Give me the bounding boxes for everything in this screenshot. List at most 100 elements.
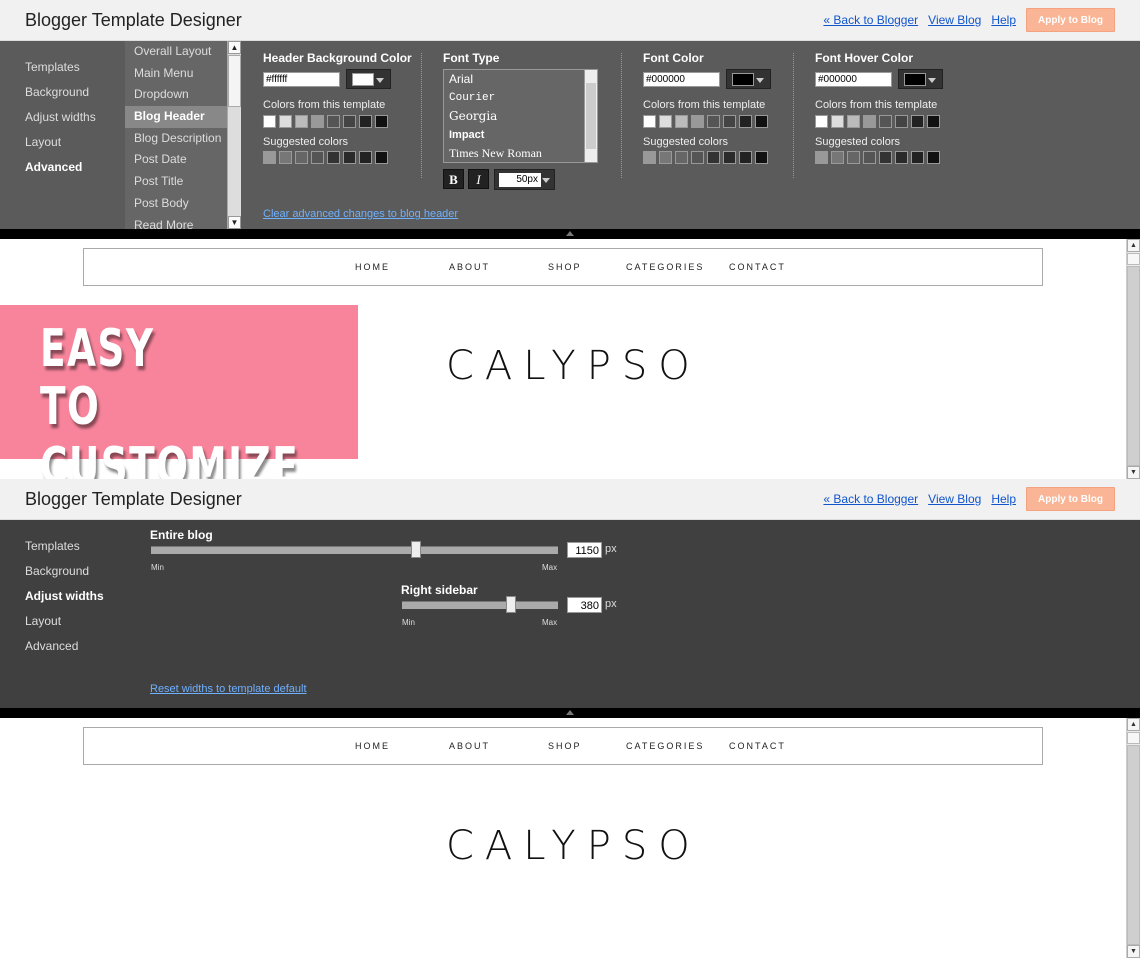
advanced-item[interactable]: Overall Layout	[125, 41, 227, 63]
swatch[interactable]	[675, 115, 688, 128]
swatch[interactable]	[375, 151, 388, 164]
scroll-down-icon[interactable]: ▼	[1127, 466, 1140, 479]
nav-advanced[interactable]: Advanced	[25, 155, 96, 180]
swatch[interactable]	[755, 151, 768, 164]
swatch[interactable]	[359, 151, 372, 164]
swatch[interactable]	[311, 151, 324, 164]
nav-adjust-widths[interactable]: Adjust widths	[25, 105, 96, 130]
apply-to-blog-button[interactable]: Apply to Blog	[1026, 487, 1115, 511]
font-hover-color-picker[interactable]	[898, 69, 943, 89]
swatch[interactable]	[279, 115, 292, 128]
nav-layout[interactable]: Layout	[25, 609, 104, 634]
scroll-track[interactable]	[1127, 266, 1140, 466]
blog-nav-item[interactable]: CATEGORIES	[626, 741, 704, 751]
swatch[interactable]	[343, 151, 356, 164]
scroll-thumb[interactable]	[1127, 732, 1140, 744]
nav-advanced[interactable]: Advanced	[25, 634, 104, 659]
blog-nav-item[interactable]: CONTACT	[729, 741, 786, 751]
font-color-hex-input[interactable]: #000000	[643, 72, 720, 87]
right-sidebar-slider[interactable]	[402, 601, 558, 609]
nav-templates[interactable]: Templates	[25, 55, 96, 80]
swatch[interactable]	[895, 151, 908, 164]
advanced-item[interactable]: Blog Description	[125, 128, 227, 150]
right-sidebar-width-input[interactable]: 380	[567, 597, 602, 613]
advanced-item[interactable]: Post Date	[125, 149, 227, 171]
preview-scrollbar[interactable]: ▲ ▼	[1126, 718, 1140, 958]
header-bg-color-picker[interactable]	[346, 69, 391, 89]
swatch[interactable]	[311, 115, 324, 128]
collapse-arrow-icon[interactable]	[566, 231, 574, 236]
swatch[interactable]	[755, 115, 768, 128]
swatch[interactable]	[879, 115, 892, 128]
swatch[interactable]	[863, 115, 876, 128]
swatch[interactable]	[815, 115, 828, 128]
clear-advanced-changes-link[interactable]: Clear advanced changes to blog header	[263, 208, 458, 220]
scroll-down-icon[interactable]: ▼	[1127, 945, 1140, 958]
swatch[interactable]	[375, 115, 388, 128]
swatch[interactable]	[847, 115, 860, 128]
swatch[interactable]	[847, 151, 860, 164]
blog-nav-item[interactable]: ABOUT	[449, 741, 490, 751]
reset-widths-link[interactable]: Reset widths to template default	[150, 683, 307, 695]
nav-background[interactable]: Background	[25, 80, 96, 105]
italic-button[interactable]: I	[468, 169, 489, 189]
swatch[interactable]	[723, 151, 736, 164]
scroll-thumb[interactable]	[1127, 253, 1140, 265]
swatch[interactable]	[359, 115, 372, 128]
view-blog-link[interactable]: View Blog	[928, 492, 981, 506]
swatch[interactable]	[279, 151, 292, 164]
swatch[interactable]	[723, 115, 736, 128]
swatch[interactable]	[327, 151, 340, 164]
swatch[interactable]	[927, 151, 940, 164]
swatch[interactable]	[263, 151, 276, 164]
nav-background[interactable]: Background	[25, 559, 104, 584]
bold-button[interactable]: B	[443, 169, 464, 189]
scroll-down-icon[interactable]: ▼	[228, 216, 241, 229]
font-option[interactable]: Impact	[444, 126, 597, 145]
blog-nav-item[interactable]: ABOUT	[449, 262, 490, 272]
swatch[interactable]	[659, 115, 672, 128]
scroll-thumb[interactable]	[228, 55, 241, 107]
swatch[interactable]	[643, 151, 656, 164]
swatch[interactable]	[295, 151, 308, 164]
swatch[interactable]	[911, 115, 924, 128]
font-option[interactable]: Courier	[444, 89, 597, 108]
advanced-item[interactable]: Post Title	[125, 171, 227, 193]
entire-blog-slider[interactable]	[151, 546, 558, 554]
swatch[interactable]	[911, 151, 924, 164]
font-option[interactable]: Times New Roman	[444, 144, 597, 163]
scroll-up-icon[interactable]: ▲	[1127, 239, 1140, 252]
swatch[interactable]	[831, 115, 844, 128]
help-link[interactable]: Help	[991, 13, 1016, 27]
font-option[interactable]: Arial	[444, 70, 597, 89]
swatch[interactable]	[739, 115, 752, 128]
blog-nav-item[interactable]: HOME	[355, 741, 390, 751]
swatch[interactable]	[675, 151, 688, 164]
swatch[interactable]	[927, 115, 940, 128]
advanced-item[interactable]: Main Menu	[125, 63, 227, 85]
advanced-item[interactable]: Post Body	[125, 193, 227, 215]
swatch[interactable]	[863, 151, 876, 164]
entire-blog-width-input[interactable]: 1150	[567, 542, 602, 558]
advanced-item[interactable]: Dropdown	[125, 84, 227, 106]
back-to-blogger-link[interactable]: « Back to Blogger	[823, 492, 918, 506]
scroll-up-icon[interactable]: ▲	[228, 41, 241, 54]
swatch[interactable]	[879, 151, 892, 164]
swatch[interactable]	[707, 115, 720, 128]
blog-nav-item[interactable]: HOME	[355, 262, 390, 272]
swatch[interactable]	[263, 115, 276, 128]
swatch[interactable]	[343, 115, 356, 128]
swatch[interactable]	[691, 151, 704, 164]
advanced-item-selected[interactable]: Blog Header	[125, 106, 227, 128]
font-type-list[interactable]: Arial Courier Georgia Impact Times New R…	[443, 69, 598, 163]
preview-scrollbar[interactable]: ▲ ▼	[1126, 239, 1140, 479]
scroll-track[interactable]	[1127, 745, 1140, 945]
blog-nav-item[interactable]: CONTACT	[729, 262, 786, 272]
apply-to-blog-button[interactable]: Apply to Blog	[1026, 8, 1115, 32]
swatch[interactable]	[815, 151, 828, 164]
swatch[interactable]	[739, 151, 752, 164]
nav-layout[interactable]: Layout	[25, 130, 96, 155]
blog-nav-item[interactable]: SHOP	[548, 262, 582, 272]
back-to-blogger-link[interactable]: « Back to Blogger	[823, 13, 918, 27]
swatch[interactable]	[831, 151, 844, 164]
